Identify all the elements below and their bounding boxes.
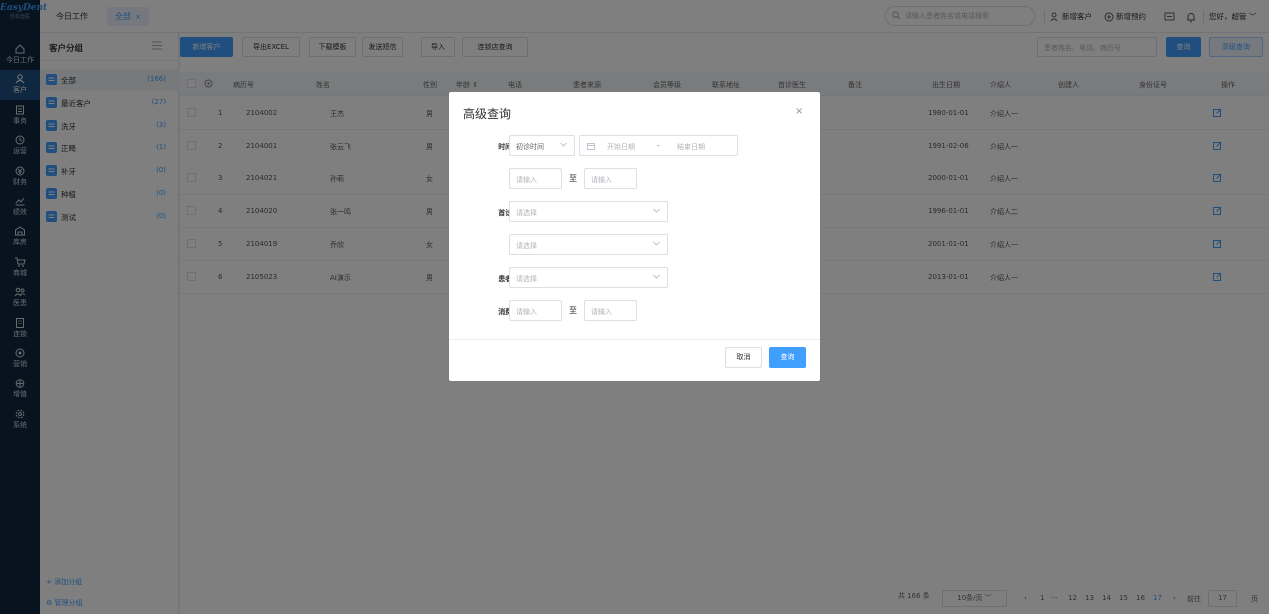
chevron-down-icon	[560, 142, 567, 147]
date-separator: -	[657, 142, 660, 150]
amount-max-placeholder: 请输入	[591, 308, 612, 316]
age-range-to: 至	[569, 174, 577, 183]
end-date-placeholder: 结束日期	[677, 143, 705, 151]
patient-tag-select[interactable]: 请选择	[509, 267, 668, 288]
amount-min-placeholder: 请输入	[516, 308, 537, 316]
chevron-down-icon	[653, 274, 660, 279]
age-max-input[interactable]: 请输入	[584, 168, 637, 189]
age-max-placeholder: 请输入	[591, 176, 612, 184]
first-doctor-placeholder: 请选择	[516, 209, 537, 217]
amount-range-to: 至	[569, 306, 577, 315]
chevron-down-icon	[653, 241, 660, 246]
date-range-picker[interactable]: 开始日期 - 结束日期	[579, 135, 738, 156]
age-min-input[interactable]: 请输入	[509, 168, 562, 189]
amount-min-input[interactable]: 请输入	[509, 300, 562, 321]
calendar-icon	[587, 143, 595, 150]
gender-select[interactable]: 请选择	[509, 234, 668, 255]
close-icon[interactable]: ×	[795, 106, 803, 117]
cancel-button[interactable]: 取消	[725, 347, 762, 368]
chevron-down-icon	[653, 208, 660, 213]
dialog-query-button[interactable]: 查询	[769, 347, 806, 368]
first-doctor-select[interactable]: 请选择	[509, 201, 668, 222]
age-min-placeholder: 请输入	[516, 176, 537, 184]
patient-tag-placeholder: 请选择	[516, 275, 537, 283]
start-date-placeholder: 开始日期	[607, 143, 635, 151]
gender-placeholder: 请选择	[516, 242, 537, 250]
advanced-query-dialog: 高级查询 × 时间类型: 初诊时间 开始日期 - 结束日期 年龄: 请输入 至 …	[449, 92, 820, 381]
time-type-value: 初诊时间	[516, 143, 544, 151]
amount-max-input[interactable]: 请输入	[584, 300, 637, 321]
dialog-footer-divider	[449, 339, 820, 340]
time-type-select[interactable]: 初诊时间	[509, 135, 575, 156]
dialog-title: 高级查询	[463, 107, 512, 121]
